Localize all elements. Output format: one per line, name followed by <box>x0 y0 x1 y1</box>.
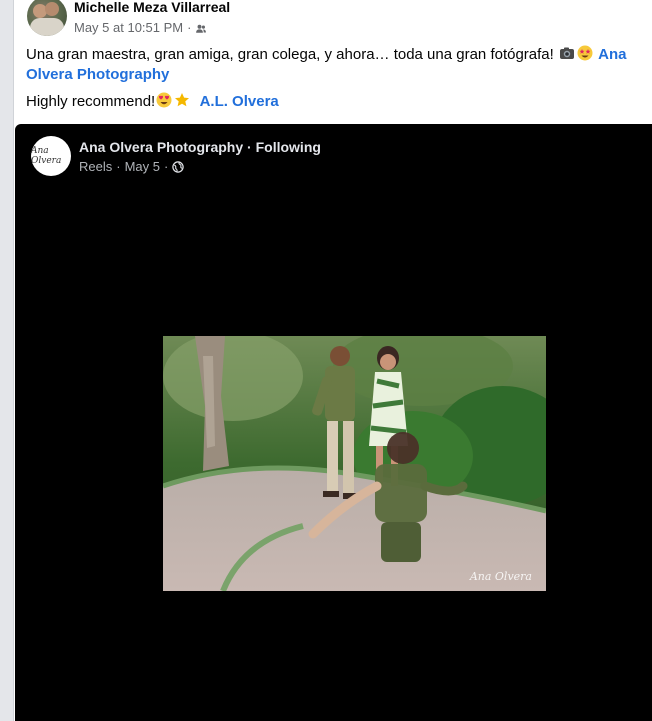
mention-al-olvera[interactable]: A.L. Olvera <box>200 93 279 110</box>
author-name[interactable]: Michelle Meza Villarreal <box>74 0 230 15</box>
heart-eyes-emoji <box>156 92 172 108</box>
reel-video-frame[interactable]: Ana Olvera <box>163 336 546 591</box>
author-avatar[interactable] <box>27 0 67 36</box>
avatar-figure <box>30 18 64 36</box>
meta-separator: · <box>187 20 192 35</box>
reel-date[interactable]: May 5 <box>125 159 160 174</box>
avatar-face <box>45 2 59 16</box>
post-paragraph: Highly recommend! A.L. Olvera <box>26 92 641 112</box>
post-body: Una gran maestra, gran amiga, gran coleg… <box>26 45 641 112</box>
shared-reel[interactable]: Ana Olvera Ana Olvera Photography · Foll… <box>15 124 652 721</box>
reel-meta: Reels · May 5 · <box>79 159 185 174</box>
star-emoji <box>175 93 190 107</box>
post-card: Michelle Meza Villarreal May 5 at 10:51 … <box>13 0 652 721</box>
meta-separator: · <box>164 159 169 174</box>
engagement-photo <box>163 336 546 591</box>
post-meta: May 5 at 10:51 PM · <box>74 20 207 35</box>
meta-separator: · <box>116 159 121 174</box>
reel-type-label[interactable]: Reels <box>79 159 112 174</box>
globe-icon[interactable] <box>172 160 185 173</box>
post-text-line2: Highly recommend! <box>26 93 156 110</box>
reel-header-title: Ana Olvera Photography · Following <box>79 139 321 155</box>
camera-emoji <box>560 47 574 59</box>
post-text-line1: Una gran maestra, gran amiga, gran coleg… <box>26 46 558 63</box>
page-name-link[interactable]: Ana Olvera Photography <box>79 139 243 155</box>
post-paragraph: Una gran maestra, gran amiga, gran coleg… <box>26 45 641 85</box>
post-timestamp[interactable]: May 5 at 10:51 PM <box>74 20 183 35</box>
title-separator: · <box>243 139 256 155</box>
page-logo-text: Ana Olvera <box>31 146 62 166</box>
star-struck-emoji <box>577 45 593 61</box>
friends-icon[interactable] <box>195 23 207 35</box>
page-logo-avatar[interactable]: Ana Olvera <box>31 136 71 176</box>
following-status[interactable]: Following <box>256 139 321 155</box>
photo-watermark: Ana Olvera <box>469 570 532 583</box>
